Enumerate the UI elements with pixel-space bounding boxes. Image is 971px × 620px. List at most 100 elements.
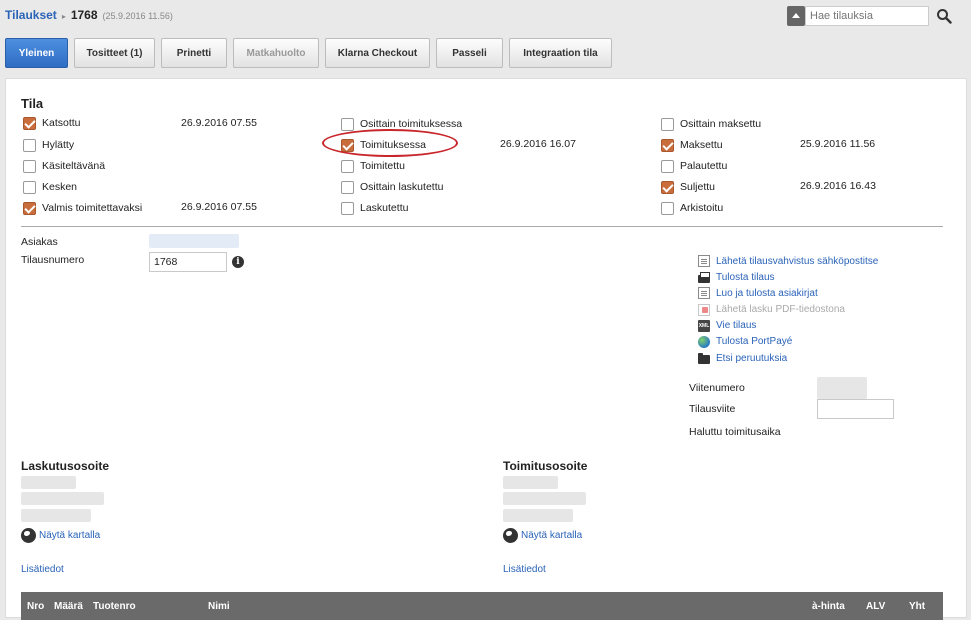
customer-label: Asiakas xyxy=(21,236,58,248)
shipping-address-redacted xyxy=(503,476,558,489)
column-header-unit-price[interactable]: à-hinta xyxy=(812,601,845,612)
status-date: 26.9.2016 16.07 xyxy=(500,138,576,150)
action-print-order[interactable]: Tulosta tilaus xyxy=(698,269,878,285)
status-rejected[interactable]: Hylätty xyxy=(23,137,74,153)
status-date: 25.9.2016 11.56 xyxy=(800,138,876,150)
checkbox[interactable] xyxy=(341,201,354,215)
reference-number-redacted[interactable] xyxy=(817,377,867,399)
checkbox[interactable] xyxy=(341,180,354,194)
shipping-address-title: Toimitusosoite xyxy=(503,459,588,473)
status-processing[interactable]: Käsiteltävänä xyxy=(23,158,105,174)
search-bar xyxy=(787,5,955,27)
status-paid[interactable]: Maksettu xyxy=(661,137,723,153)
tab-general[interactable]: Yleinen xyxy=(5,38,68,68)
column-header-product-number[interactable]: Tuotenro xyxy=(93,601,136,612)
order-datetime: (25.9.2016 11.56) xyxy=(102,11,173,21)
search-icon[interactable] xyxy=(933,5,955,27)
checkbox[interactable] xyxy=(23,180,36,194)
customer-name-redacted[interactable] xyxy=(149,234,239,248)
shipping-address-redacted xyxy=(503,509,573,522)
order-reference-field[interactable] xyxy=(817,399,894,419)
top-bar: Tilaukset ▸ 1768 (25.9.2016 11.56) xyxy=(0,0,971,34)
column-header-number[interactable]: Nro xyxy=(27,601,44,612)
column-header-quantity[interactable]: Määrä xyxy=(54,601,83,612)
checkbox[interactable] xyxy=(23,159,36,173)
billing-map-link[interactable]: Näytä kartalla xyxy=(21,528,100,543)
order-reference-label: Tilausviite xyxy=(689,403,736,415)
billing-address-redacted xyxy=(21,492,104,505)
action-send-confirmation[interactable]: Lähetä tilausvahvistus sähköpostitse xyxy=(698,253,878,269)
checkbox-checked[interactable] xyxy=(661,180,674,194)
status-date: 26.9.2016 07.55 xyxy=(181,201,257,213)
status-date: 26.9.2016 16.43 xyxy=(800,180,876,192)
action-find-cancellations[interactable]: Etsi peruutuksia xyxy=(698,350,878,366)
tab-bar: Yleinen Tositteet (1) Prinetti Matkahuol… xyxy=(5,38,612,68)
billing-address-title: Laskutusosoite xyxy=(21,459,110,473)
action-send-pdf-invoice: Lähetä lasku PDF-tiedostona xyxy=(698,302,878,318)
checkbox-checked[interactable] xyxy=(23,116,36,130)
checkbox-checked[interactable] xyxy=(23,201,36,215)
breadcrumb-separator-icon: ▸ xyxy=(61,12,66,21)
billing-address-redacted xyxy=(21,509,91,522)
column-header-vat[interactable]: ALV xyxy=(866,601,885,612)
status-invoiced[interactable]: Laskutettu xyxy=(341,200,408,216)
shipping-more-info-link[interactable]: Lisätiedot xyxy=(503,564,546,575)
order-panel: Tila Katsottu 26.9.2016 07.55 Hylätty Kä… xyxy=(5,78,967,620)
status-partially-paid[interactable]: Osittain maksettu xyxy=(661,116,761,132)
pdf-icon xyxy=(698,303,710,316)
search-input[interactable] xyxy=(805,6,929,26)
order-number-title: 1768 xyxy=(70,8,98,22)
status-closed[interactable]: Suljettu xyxy=(661,179,715,195)
checkbox[interactable] xyxy=(23,138,36,152)
action-print-portpaye[interactable]: Tulosta PortPayé xyxy=(698,334,878,350)
status-returned[interactable]: Palautettu xyxy=(661,158,727,174)
status-incomplete[interactable]: Kesken xyxy=(23,179,77,195)
checkbox[interactable] xyxy=(341,117,354,131)
xml-export-icon: XML xyxy=(698,319,710,332)
globe-icon xyxy=(21,528,36,543)
globe-icon xyxy=(698,335,710,348)
tab-prinetti[interactable]: Prinetti xyxy=(161,38,227,68)
column-header-total[interactable]: Yht xyxy=(909,601,925,612)
tab-matkahuolto[interactable]: Matkahuolto xyxy=(233,38,319,68)
order-lines-table-header: Nro Määrä Tuotenro Nimi à-hinta ALV Yht xyxy=(21,592,943,620)
tab-passeli[interactable]: Passeli xyxy=(436,38,503,68)
globe-icon xyxy=(503,528,518,543)
checkbox[interactable] xyxy=(661,159,674,173)
status-archived[interactable]: Arkistoitu xyxy=(661,200,723,216)
tab-klarna-checkout[interactable]: Klarna Checkout xyxy=(325,38,430,68)
tab-vouchers[interactable]: Tositteet (1) xyxy=(74,38,155,68)
billing-address-redacted xyxy=(21,476,76,489)
action-export-order[interactable]: XML Vie tilaus xyxy=(698,318,878,334)
status-delivered[interactable]: Toimitettu xyxy=(341,158,405,174)
document-icon xyxy=(698,287,710,300)
section-divider xyxy=(21,226,943,227)
status-date: 26.9.2016 07.55 xyxy=(181,117,257,129)
checkbox[interactable] xyxy=(341,159,354,173)
column-header-name[interactable]: Nimi xyxy=(208,601,230,612)
status-ready-to-ship[interactable]: Valmis toimitettavaksi xyxy=(23,200,142,216)
highlight-annotation-ring xyxy=(322,129,458,157)
status-title: Tila xyxy=(21,96,44,111)
checkbox-checked[interactable] xyxy=(661,138,674,152)
info-icon[interactable]: i xyxy=(232,256,244,268)
email-document-icon xyxy=(698,255,710,267)
tab-integration-status[interactable]: Integraation tila xyxy=(509,38,612,68)
order-number-label: Tilausnumero xyxy=(21,254,85,266)
breadcrumb: Tilaukset ▸ 1768 (25.9.2016 11.56) xyxy=(5,8,173,22)
printer-icon xyxy=(698,271,710,283)
checkbox[interactable] xyxy=(661,201,674,215)
reference-number-label: Viitenumero xyxy=(689,382,745,394)
status-partially-invoiced[interactable]: Osittain laskutettu xyxy=(341,179,443,195)
search-toggle-icon[interactable] xyxy=(787,6,805,26)
order-actions: Lähetä tilausvahvistus sähköpostitse Tul… xyxy=(698,253,878,366)
shipping-address-redacted xyxy=(503,492,586,505)
delivery-time-label: Haluttu toimitusaika xyxy=(689,426,781,438)
billing-more-info-link[interactable]: Lisätiedot xyxy=(21,564,64,575)
status-viewed[interactable]: Katsottu xyxy=(23,115,81,131)
action-create-documents[interactable]: Luo ja tulosta asiakirjat xyxy=(698,285,878,301)
order-number-field[interactable]: 1768 xyxy=(149,252,227,272)
breadcrumb-orders-link[interactable]: Tilaukset xyxy=(5,8,57,22)
shipping-map-link[interactable]: Näytä kartalla xyxy=(503,528,582,543)
checkbox[interactable] xyxy=(661,117,674,131)
